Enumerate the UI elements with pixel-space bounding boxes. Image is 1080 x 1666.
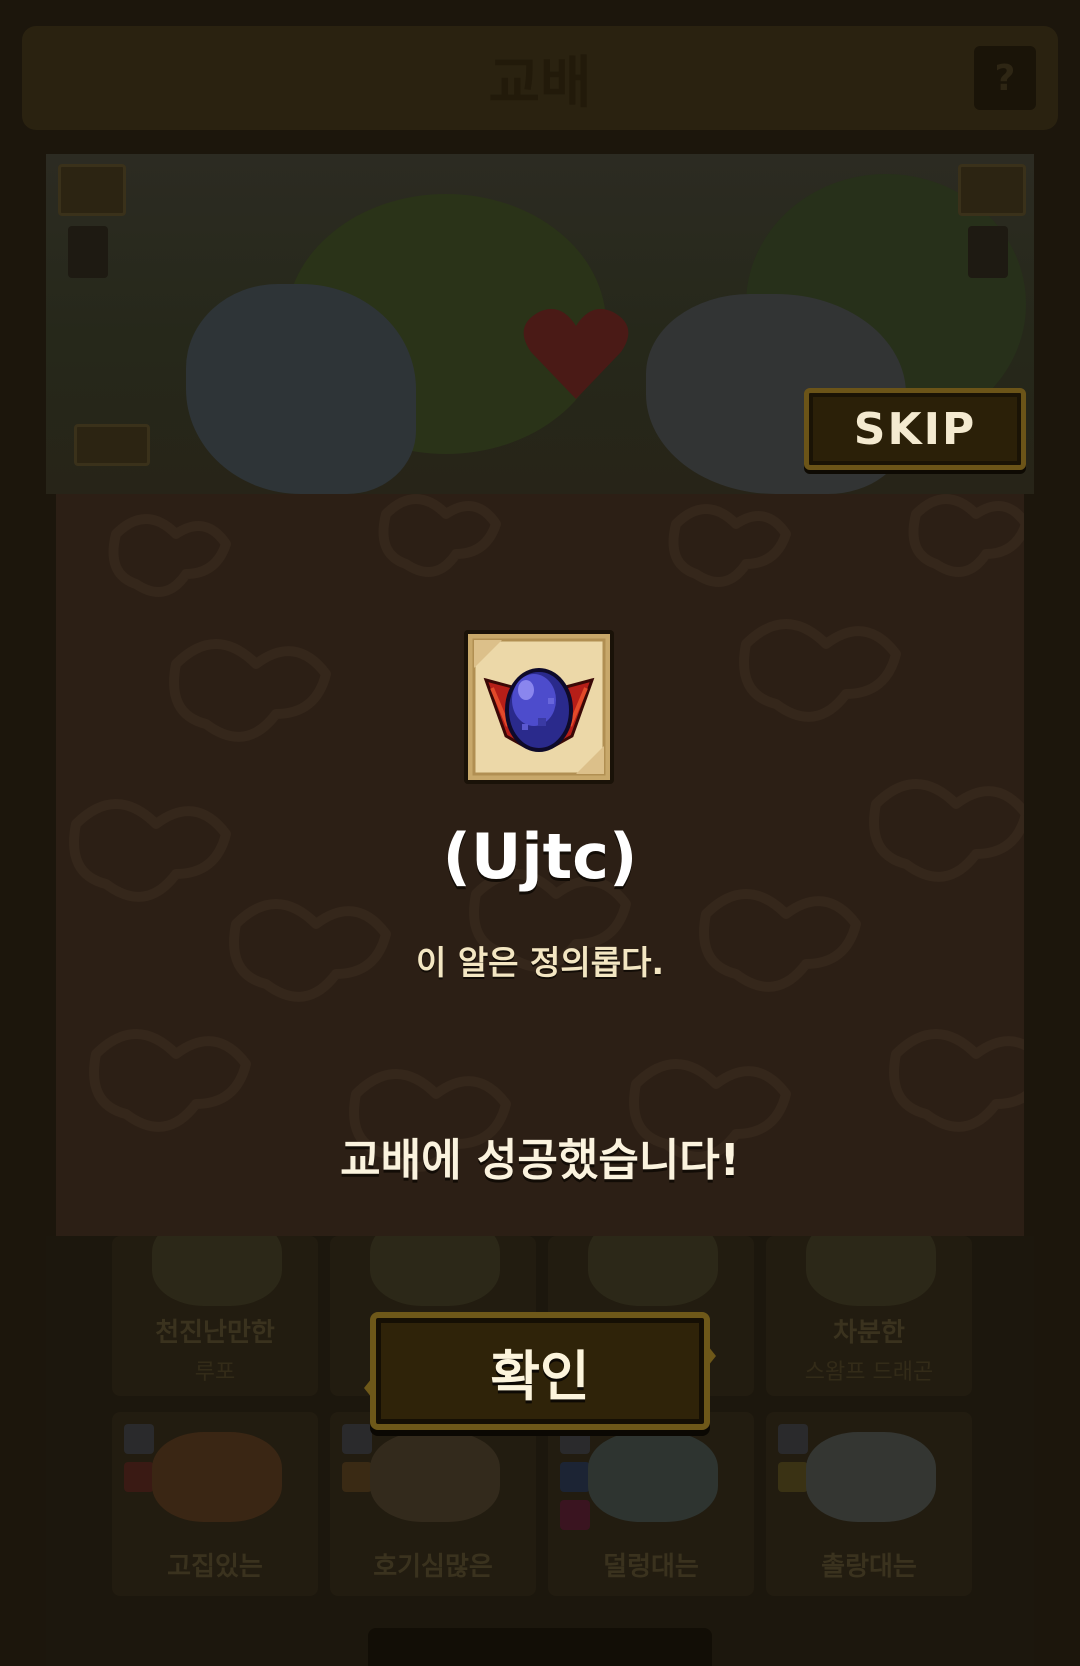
- breeding-screen: 교배 ? 천진난만한 루포 차분한 스왐프 드래곤 고집있는 호기심많은 덜렁대…: [0, 0, 1080, 1666]
- dragon-trait: 차분한: [833, 1318, 905, 1348]
- confirm-button[interactable]: 확인: [370, 1312, 710, 1430]
- dragon-art: [370, 1432, 500, 1522]
- dragon-art: [152, 1432, 282, 1522]
- dragon-card[interactable]: 천진난만한 루포: [112, 1236, 318, 1396]
- left-dragon: [186, 284, 416, 494]
- left-slot-icon: [68, 226, 108, 278]
- dragon-species: 스왐프 드래곤: [804, 1360, 934, 1385]
- dragon-card[interactable]: 차분한 스왐프 드래곤: [766, 1236, 972, 1396]
- dragon-card[interactable]: 호기심많은: [330, 1412, 536, 1596]
- element-icon: [560, 1462, 590, 1492]
- dragon-card[interactable]: 고집있는: [112, 1412, 318, 1596]
- dragon-art: [588, 1432, 718, 1522]
- dragon-art: [588, 1236, 718, 1306]
- element-icon: [778, 1424, 808, 1454]
- confirm-button-notch: [708, 1346, 716, 1366]
- page-title: 교배: [488, 50, 592, 116]
- item-description: 이 알은 정의롭다.: [415, 943, 665, 982]
- right-badge-icon: [958, 164, 1026, 216]
- element-icon: [124, 1424, 154, 1454]
- confirm-button-notch: [364, 1378, 372, 1398]
- element-icon: [124, 1462, 154, 1492]
- dragon-card[interactable]: 덜렁대는: [548, 1412, 754, 1596]
- dragon-egg-icon: [464, 630, 614, 784]
- element-icon: [560, 1500, 590, 1530]
- dragon-trait: 덜렁대는: [603, 1552, 699, 1582]
- right-slot-icon: [968, 226, 1008, 278]
- dragon-art: [806, 1432, 936, 1522]
- dragon-trait: 호기심많은: [373, 1552, 493, 1582]
- dragon-trait: 촐랑대는: [821, 1552, 917, 1582]
- skip-button[interactable]: SKIP: [804, 388, 1026, 470]
- dragon-art: [152, 1236, 282, 1306]
- element-icon: [342, 1424, 372, 1454]
- item-name: (Ujtc): [442, 820, 638, 893]
- left-badge-icon: [58, 164, 126, 216]
- dragon-species: 루포: [194, 1360, 236, 1385]
- dragon-grid: 천진난만한 루포 차분한 스왐프 드래곤 고집있는 호기심많은 덜렁대는 촐랑대…: [46, 1236, 1034, 1666]
- success-message: 교배에 성공했습니다!: [340, 1135, 740, 1186]
- dragon-art: [806, 1236, 936, 1306]
- help-button[interactable]: ?: [974, 46, 1036, 110]
- dragon-card[interactable]: 촐랑대는: [766, 1412, 972, 1596]
- dragon-trait: 고집있는: [167, 1552, 263, 1582]
- element-icon: [778, 1462, 808, 1492]
- header-bar: 교배 ?: [22, 26, 1058, 130]
- dragon-trait: 천진난만한: [155, 1318, 275, 1348]
- dragon-art: [370, 1236, 500, 1306]
- nameplate: [74, 424, 150, 466]
- element-icon: [342, 1462, 372, 1492]
- heart-icon: [523, 309, 629, 399]
- bottom-button[interactable]: [368, 1628, 712, 1666]
